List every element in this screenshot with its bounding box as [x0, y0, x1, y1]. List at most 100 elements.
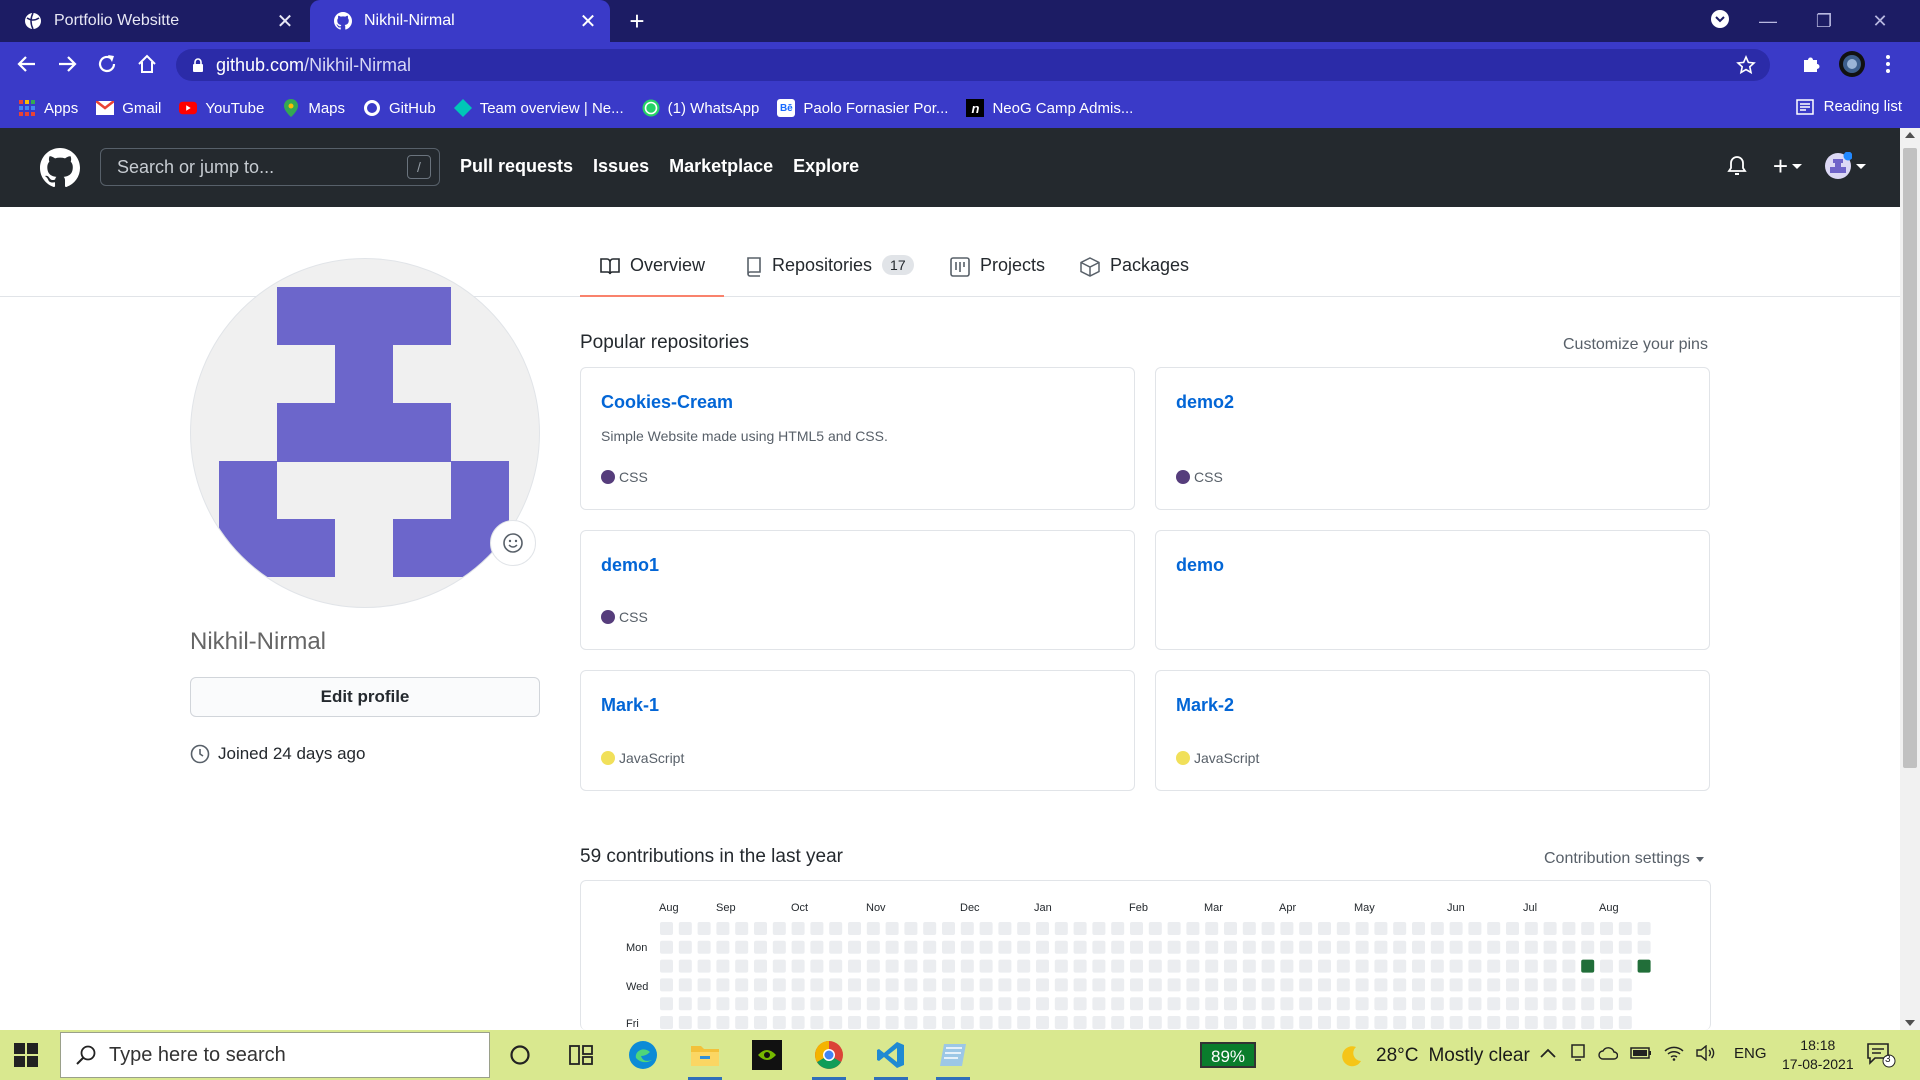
contribution-day-cell[interactable] — [772, 940, 786, 954]
cortana-icon[interactable] — [504, 1039, 536, 1071]
contribution-day-cell[interactable] — [772, 922, 786, 935]
contribution-day-cell[interactable] — [1318, 940, 1331, 954]
contribution-day-cell[interactable] — [923, 997, 937, 1011]
contribution-day-cell[interactable] — [716, 1016, 730, 1029]
contribution-day-cell[interactable] — [810, 940, 824, 954]
contribution-day-cell[interactable] — [1487, 959, 1501, 973]
windows-start-icon[interactable] — [14, 1043, 38, 1072]
contribution-day-cell[interactable] — [1299, 1016, 1313, 1029]
vscode-icon[interactable] — [875, 1039, 907, 1071]
close-tab-icon[interactable]: ✕ — [576, 9, 600, 34]
contribution-day-cell[interactable] — [1543, 940, 1557, 954]
contribution-day-cell[interactable] — [1618, 997, 1632, 1011]
contribution-day-cell[interactable] — [754, 959, 767, 973]
contribution-day-cell[interactable] — [942, 997, 955, 1011]
contribution-day-cell[interactable] — [1054, 978, 1068, 992]
contribution-day-cell[interactable] — [885, 1016, 899, 1029]
contribution-day-cell[interactable] — [1506, 978, 1519, 992]
contribution-day-cell[interactable] — [810, 959, 824, 973]
contribution-day-cell[interactable] — [885, 997, 899, 1011]
contribution-day-cell[interactable] — [1412, 959, 1425, 973]
contribution-day-cell[interactable] — [848, 978, 861, 992]
chrome-icon[interactable] — [813, 1039, 845, 1071]
contribution-day-cell[interactable] — [979, 978, 993, 992]
contribution-day-cell[interactable] — [1073, 959, 1087, 973]
contribution-day-cell[interactable] — [1355, 997, 1369, 1011]
contribution-day-cell[interactable] — [998, 1016, 1012, 1029]
edge-browser-icon[interactable] — [627, 1039, 659, 1071]
contribution-day-cell[interactable] — [1130, 1016, 1143, 1029]
contribution-day-cell[interactable] — [791, 922, 805, 935]
user-menu-dropdown[interactable] — [1824, 152, 1866, 180]
contribution-day-cell[interactable] — [1637, 940, 1651, 954]
contribution-day-cell[interactable] — [754, 922, 767, 935]
restore-icon[interactable]: ❐ — [1796, 11, 1852, 32]
contribution-day-cell[interactable] — [1092, 1016, 1106, 1029]
contribution-day-cell[interactable] — [1167, 978, 1181, 992]
contribution-day-cell[interactable] — [1092, 959, 1106, 973]
contribution-day-cell[interactable] — [1280, 940, 1294, 954]
extensions-puzzle-icon[interactable] — [1800, 53, 1824, 77]
contribution-day-cell[interactable] — [1600, 1016, 1613, 1029]
contribution-day-cell[interactable] — [1092, 997, 1106, 1011]
contribution-day-cell[interactable] — [960, 922, 974, 935]
contribution-day-cell[interactable] — [1430, 940, 1444, 954]
contribution-day-cell[interactable] — [960, 959, 974, 973]
battery-icon[interactable] — [1630, 1047, 1652, 1059]
contribution-day-cell[interactable] — [1186, 940, 1200, 954]
contribution-day-cell[interactable] — [1449, 959, 1463, 973]
contribution-day-cell[interactable] — [791, 1016, 805, 1029]
contribution-day-cell[interactable] — [1336, 997, 1350, 1011]
onedrive-icon[interactable] — [1598, 1046, 1618, 1060]
contribution-day-cell[interactable] — [1318, 978, 1331, 992]
contribution-day-cell[interactable] — [848, 997, 861, 1011]
battery-indicator[interactable]: 89% — [1200, 1042, 1256, 1068]
contribution-day-cell[interactable] — [979, 922, 993, 935]
create-new-dropdown[interactable]: + — [1773, 153, 1802, 179]
contribution-day-cell[interactable] — [848, 940, 861, 954]
contribution-day-cell[interactable] — [1111, 978, 1125, 992]
contribution-day-cell[interactable] — [660, 940, 673, 954]
contribution-day-cell[interactable] — [1017, 1016, 1031, 1029]
contribution-day-cell[interactable] — [1054, 922, 1068, 935]
contribution-day-cell[interactable] — [866, 940, 880, 954]
contribution-day-cell[interactable] — [979, 940, 993, 954]
contribution-day-cell[interactable] — [1242, 1016, 1256, 1029]
contribution-day-cell[interactable] — [1186, 959, 1200, 973]
contribution-day-cell[interactable] — [716, 940, 730, 954]
chevron-up-icon[interactable] — [1540, 1048, 1556, 1058]
contribution-day-cell[interactable] — [1073, 940, 1087, 954]
contribution-day-cell[interactable] — [1224, 940, 1237, 954]
contribution-day-cell[interactable] — [1205, 959, 1219, 973]
contribution-day-cell[interactable] — [1506, 940, 1519, 954]
scroll-thumb[interactable] — [1903, 148, 1917, 768]
bookmark-neog[interactable]: n NeoG Camp Admis... — [966, 99, 1133, 117]
bookmark-youtube[interactable]: YouTube — [179, 99, 264, 117]
contribution-day-cell[interactable] — [1054, 1016, 1068, 1029]
contribution-day-cell[interactable] — [1186, 1016, 1200, 1029]
contribution-day-cell[interactable] — [1430, 922, 1444, 935]
contribution-day-cell[interactable] — [1148, 959, 1162, 973]
contribution-day-cell[interactable] — [1261, 940, 1275, 954]
notes-app-icon[interactable] — [937, 1039, 969, 1071]
home-icon[interactable] — [136, 53, 160, 77]
contribution-day-cell[interactable] — [1412, 1016, 1425, 1029]
contribution-day-cell[interactable] — [678, 978, 692, 992]
contribution-day-cell[interactable] — [754, 997, 767, 1011]
contribution-day-cell[interactable] — [1355, 978, 1369, 992]
contribution-day-cell[interactable] — [1637, 922, 1651, 935]
contribution-day-cell[interactable] — [1374, 959, 1388, 973]
contribution-day-cell[interactable] — [1036, 940, 1049, 954]
contribution-day-cell[interactable] — [810, 922, 824, 935]
contribution-day-cell[interactable] — [1449, 1016, 1463, 1029]
contribution-day-cell[interactable] — [1054, 997, 1068, 1011]
contribution-day-cell[interactable] — [998, 959, 1012, 973]
contribution-day-cell[interactable] — [1600, 940, 1613, 954]
task-view-icon[interactable] — [565, 1039, 597, 1071]
contribution-day-cell[interactable] — [1487, 978, 1501, 992]
contribution-day-cell[interactable] — [1618, 959, 1632, 973]
contribution-day-cell[interactable] — [923, 1016, 937, 1029]
browser-tab-github[interactable]: Nikhil-Nirmal ✕ — [310, 0, 610, 42]
contribution-day-cell[interactable] — [1111, 940, 1125, 954]
contribution-day-cell[interactable] — [1449, 978, 1463, 992]
